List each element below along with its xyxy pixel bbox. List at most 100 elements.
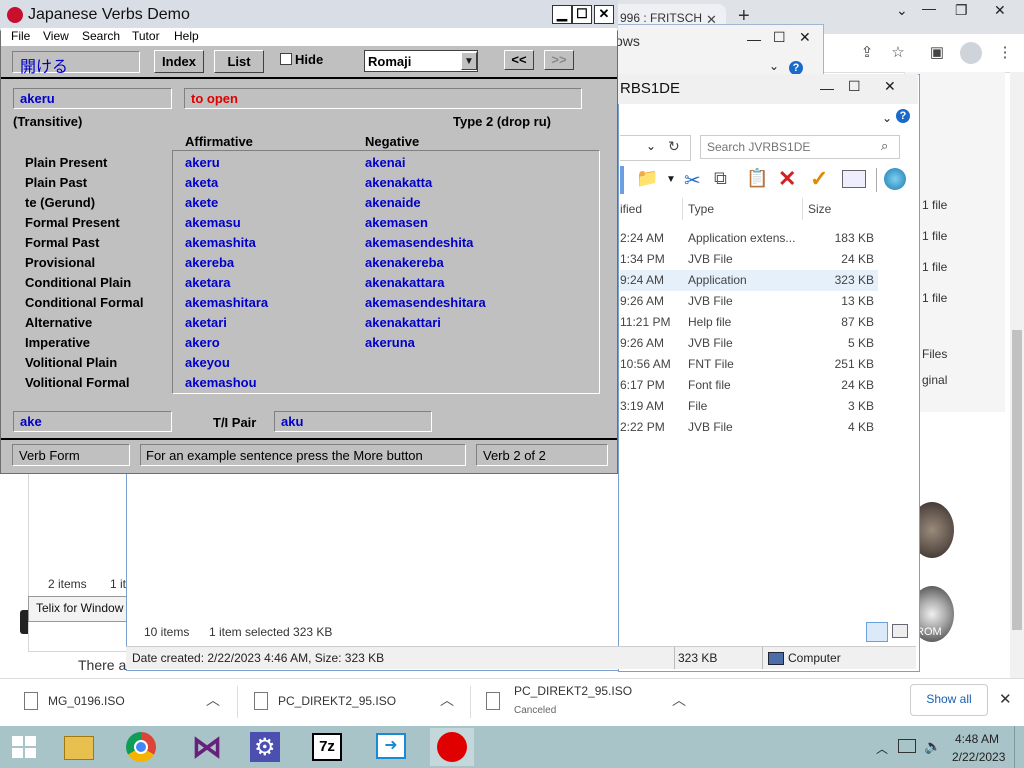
table-row[interactable]: 11:21 PM Help file 87 KB [620, 312, 878, 333]
column-size[interactable]: Size [808, 202, 831, 216]
meaning-field[interactable]: to open [184, 88, 582, 109]
chevron-down-icon[interactable]: ⌄ [882, 111, 892, 125]
chevron-up-icon[interactable]: ︿ [206, 690, 220, 710]
sidebar-icon[interactable]: ▣ [928, 44, 946, 62]
table-row[interactable]: 1:34 PM JVB File 24 KB [620, 249, 878, 270]
details-view-icon[interactable] [866, 622, 888, 642]
column-type[interactable]: Type [688, 202, 714, 216]
prev-verb-button[interactable]: << [504, 50, 534, 70]
table-row[interactable]: 2:24 AM Application extens... 183 KB [620, 228, 878, 249]
globe-icon[interactable] [884, 168, 906, 190]
form-negative[interactable]: akeruna [365, 335, 415, 350]
form-affirmative[interactable]: akemashou [185, 375, 257, 390]
maximize-button[interactable]: ☐ [572, 5, 592, 24]
list-button[interactable]: List [214, 50, 264, 73]
taskbar-7zip[interactable]: 7z [306, 728, 350, 766]
chevron-up-icon[interactable]: ︿ [672, 690, 686, 710]
menu-file[interactable]: File [11, 29, 30, 43]
chevron-down-icon[interactable]: ▼ [666, 174, 676, 185]
table-row[interactable]: 10:56 AM FNT File 251 KB [620, 354, 878, 375]
form-negative[interactable]: akenaide [365, 195, 421, 210]
properties-icon[interactable]: 📁 [636, 168, 658, 189]
menu-view[interactable]: View [43, 29, 69, 43]
form-affirmative[interactable]: akemashita [185, 235, 256, 250]
cut-icon[interactable]: ✂ [684, 168, 701, 193]
script-select[interactable]: Romaji ▼ [364, 50, 478, 72]
chevron-down-icon[interactable]: ▼ [461, 52, 477, 70]
clock-time[interactable]: 4:48 AM [955, 732, 999, 746]
index-button[interactable]: Index [154, 50, 204, 73]
help-icon[interactable]: ? [789, 61, 803, 75]
form-negative[interactable]: akenakereba [365, 255, 444, 270]
form-negative[interactable]: akemasen [365, 215, 428, 230]
restore-icon[interactable]: ❐ [955, 2, 968, 19]
form-negative[interactable]: akemasendeshitara [365, 295, 486, 310]
help-icon[interactable]: ? [896, 109, 910, 123]
next-verb-button[interactable]: >> [544, 50, 574, 70]
network-icon[interactable] [898, 739, 916, 753]
chevron-down-icon[interactable]: ⌄ [769, 59, 779, 73]
taskbar-remote-desktop[interactable]: ➜ [370, 728, 414, 766]
address-bar[interactable]: ⌄ ↻ [620, 135, 691, 161]
star-icon[interactable]: ☆ [889, 44, 907, 62]
chevron-down-icon[interactable]: ⌄ [646, 139, 656, 153]
close-icon[interactable]: ✕ [799, 29, 811, 46]
search-box[interactable]: ⌕ [700, 135, 900, 159]
table-row[interactable]: 2:22 PM JVB File 4 KB [620, 417, 878, 438]
form-affirmative[interactable]: aketari [185, 315, 227, 330]
search-icon[interactable]: ⌕ [881, 138, 888, 154]
paste-icon[interactable]: 📋 [746, 168, 768, 189]
form-negative[interactable]: akenakattari [365, 315, 441, 330]
form-affirmative[interactable]: aketa [185, 175, 218, 190]
kana-field[interactable]: 開ける [12, 51, 140, 76]
close-icon[interactable]: ✕ [994, 2, 1006, 19]
taskbar-visual-studio[interactable]: ⋈ [184, 728, 228, 766]
minimize-icon[interactable]: — [820, 80, 834, 96]
delete-icon[interactable]: ✕ [778, 166, 796, 192]
maximize-icon[interactable]: ☐ [848, 78, 861, 95]
table-row[interactable]: 9:26 AM JVB File 5 KB [620, 333, 878, 354]
download-item[interactable]: PC_DIREKT2_95.ISO ︿ [244, 678, 470, 726]
form-negative[interactable]: akenai [365, 155, 405, 170]
romaji-field[interactable]: akeru [13, 88, 172, 109]
large-icons-view-icon[interactable] [892, 624, 908, 638]
table-row-selected[interactable]: 9:24 AM Application 323 KB [620, 270, 878, 291]
clock-date[interactable]: 2/22/2023 [952, 750, 1005, 764]
form-affirmative[interactable]: akereba [185, 255, 234, 270]
minimize-icon[interactable]: — [922, 0, 936, 16]
minimize-button[interactable]: ▁ [552, 5, 572, 24]
close-button[interactable]: ✕ [594, 5, 614, 24]
hide-checkbox[interactable] [280, 53, 292, 65]
form-affirmative[interactable]: akete [185, 195, 218, 210]
column-modified[interactable]: ified [620, 202, 642, 216]
chevron-up-icon[interactable]: ︿ [876, 740, 888, 757]
more-menu-icon[interactable]: ⋮ [996, 44, 1014, 62]
form-negative[interactable]: akenakatta [365, 175, 432, 190]
avatar[interactable] [960, 42, 982, 64]
form-affirmative[interactable]: akero [185, 335, 220, 350]
close-icon[interactable]: ✕ [999, 690, 1012, 708]
rename-icon[interactable] [842, 170, 866, 188]
copy-icon[interactable]: ⧉ [714, 168, 727, 189]
taskbar-chrome[interactable] [120, 728, 164, 766]
download-item[interactable]: MG_0196.ISO ︿ [10, 678, 238, 726]
check-icon[interactable]: ✓ [810, 166, 828, 192]
refresh-icon[interactable]: ↻ [668, 138, 680, 155]
start-button[interactable] [2, 728, 46, 766]
stem-field[interactable]: ake [13, 411, 172, 432]
menu-tutor[interactable]: Tutor [132, 29, 160, 43]
form-affirmative[interactable]: akeyou [185, 355, 230, 370]
browser-scrollbar-thumb[interactable] [1012, 330, 1022, 630]
show-all-button[interactable]: Show all [910, 684, 988, 716]
taskbar-file-explorer[interactable] [56, 728, 100, 766]
chevron-up-icon[interactable]: ︿ [440, 690, 454, 710]
table-row[interactable]: 6:17 PM Font file 24 KB [620, 375, 878, 396]
table-row[interactable]: 9:26 AM JVB File 13 KB [620, 291, 878, 312]
taskbar-settings[interactable]: ⚙ [244, 728, 288, 766]
form-negative[interactable]: akemasendeshita [365, 235, 473, 250]
table-row[interactable]: 3:19 AM File 3 KB [620, 396, 878, 417]
form-affirmative[interactable]: akemashitara [185, 295, 268, 310]
show-desktop-button[interactable] [1014, 726, 1015, 768]
minimize-icon[interactable]: — [747, 31, 761, 47]
volume-icon[interactable]: 🔈 [924, 738, 941, 755]
